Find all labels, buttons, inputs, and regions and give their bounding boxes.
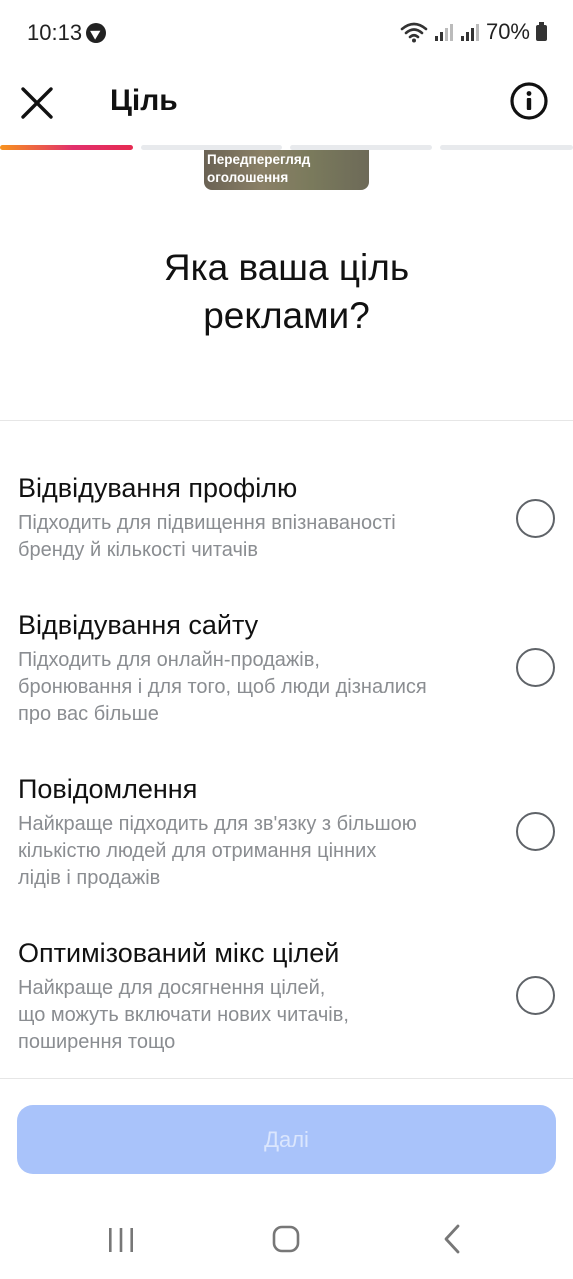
radio-button[interactable]	[516, 976, 555, 1015]
messenger-icon	[86, 23, 106, 43]
wifi-icon	[400, 22, 428, 43]
option-description: Найкраще для досягнення цілей, що можуть…	[18, 975, 498, 1056]
page: 10:13 70% Ціль Передперегляд оголошення …	[0, 0, 573, 1279]
app-header: Ціль	[0, 64, 573, 140]
signal-icon	[460, 24, 479, 41]
radio-button[interactable]	[516, 499, 555, 538]
goal-option-profile-visits[interactable]: Відвідування профілю Підходить для підви…	[0, 470, 573, 570]
option-description-line: бренду й кількості читачів	[18, 539, 258, 561]
recent-apps-icon	[109, 1228, 133, 1252]
ad-preview-label-line: Передперегляд	[207, 152, 311, 167]
home-button[interactable]	[264, 1220, 308, 1260]
info-icon	[510, 82, 548, 120]
option-description-line: кількістю людей для отримання цінних	[18, 840, 377, 862]
option-description-line: поширення тощо	[18, 1031, 176, 1053]
option-description: Підходить для підвищення впізнаваності б…	[18, 510, 498, 564]
option-description-line: бронювання і для того, щоб люди дізналис…	[18, 676, 427, 698]
option-title: Оптимізований мікс цілей	[18, 938, 340, 968]
ad-preview-thumbnail[interactable]: Передперегляд оголошення	[204, 150, 369, 190]
option-description-line: лідів і продажів	[18, 867, 161, 889]
option-description-line: що можуть включати нових читачів,	[18, 1004, 349, 1026]
option-description: Найкраще підходить для зв'язку з більшою…	[18, 811, 498, 892]
system-nav-bar	[0, 1200, 573, 1279]
goal-option-optimized-mix[interactable]: Оптимізований мікс цілей Найкраще для до…	[0, 935, 573, 1060]
radio-button[interactable]	[516, 648, 555, 687]
page-title: Ціль	[110, 84, 178, 117]
status-time: 10:13	[27, 20, 83, 45]
page-heading: Яка ваша ціль реклами?	[0, 244, 573, 340]
heading-line: реклами?	[203, 295, 370, 336]
option-title: Відвідування сайту	[18, 610, 259, 640]
option-description-line: Підходить для онлайн-продажів,	[18, 649, 320, 671]
close-button[interactable]	[15, 81, 59, 125]
ad-preview-label-line: оголошення	[207, 170, 289, 185]
option-description: Підходить для онлайн-продажів, бронюванн…	[18, 647, 498, 728]
option-description-line: Найкраще для досягнення цілей,	[18, 977, 326, 999]
option-description-line: про вас більше	[18, 703, 159, 725]
heading-line: Яка ваша ціль	[163, 247, 410, 288]
close-icon	[21, 87, 53, 119]
ad-preview-label: Передперегляд оголошення	[207, 151, 310, 187]
option-description-line: Найкраще підходить для зв'язку з більшою	[18, 813, 417, 835]
divider	[0, 420, 573, 421]
recent-apps-button[interactable]	[99, 1220, 143, 1260]
progress-segment-active	[0, 145, 133, 150]
next-button[interactable]: Далі	[17, 1105, 556, 1174]
goal-option-website-visits[interactable]: Відвідування сайту Підходить для онлайн-…	[0, 607, 573, 732]
status-bar: 10:13 70%	[0, 0, 573, 64]
radio-button[interactable]	[516, 812, 555, 851]
signal-icon	[434, 24, 453, 41]
back-button[interactable]	[430, 1220, 474, 1260]
progress-segment	[440, 145, 573, 150]
battery-icon	[536, 22, 547, 41]
divider	[0, 1078, 573, 1079]
back-icon	[444, 1224, 460, 1254]
status-indicators: 70%	[400, 18, 547, 46]
option-title: Відвідування профілю	[18, 473, 298, 503]
option-description-line: Підходить для підвищення впізнаваності	[18, 512, 396, 534]
goal-option-messages[interactable]: Повідомлення Найкраще підходить для зв'я…	[0, 771, 573, 896]
battery-percentage: 70%	[485, 19, 530, 44]
option-title: Повідомлення	[18, 774, 198, 804]
info-button[interactable]	[508, 80, 550, 122]
home-icon	[272, 1225, 300, 1253]
